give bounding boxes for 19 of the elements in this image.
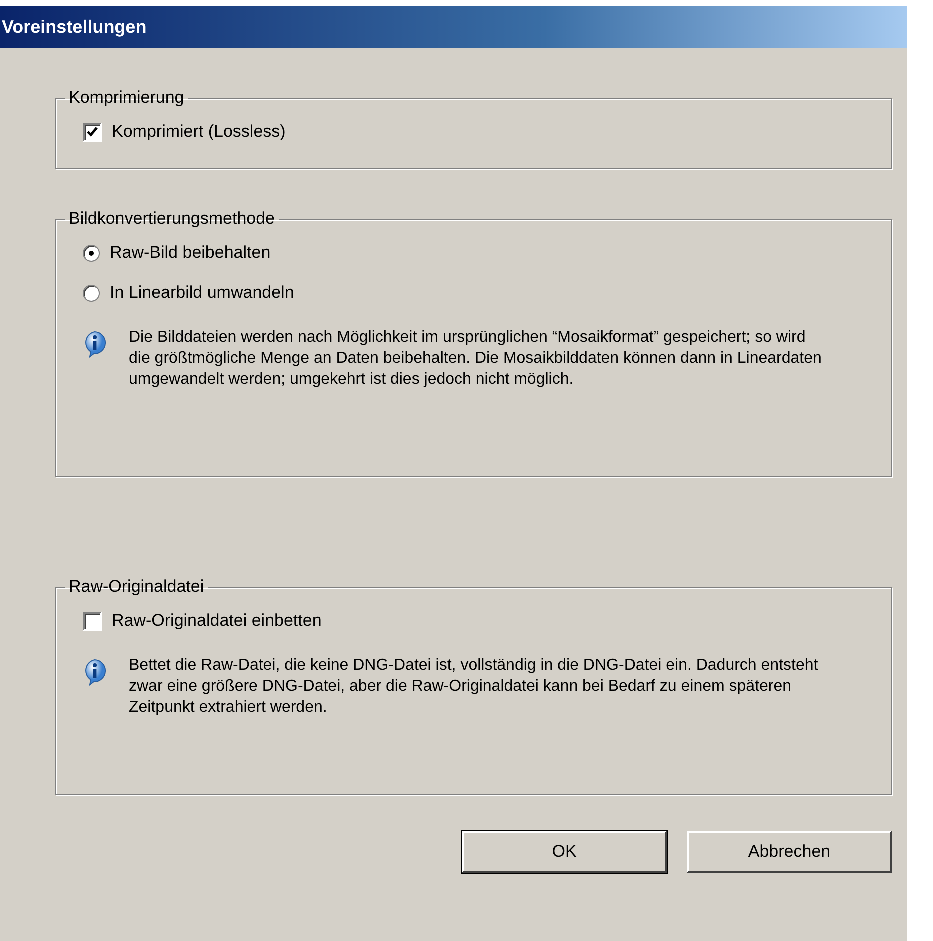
checkbox[interactable]	[83, 122, 102, 142]
radio-label[interactable]: In Linearbild umwandeln	[110, 283, 294, 303]
ok-button[interactable]: OK	[462, 831, 667, 873]
window-title: Voreinstellungen	[2, 16, 147, 38]
radio-button[interactable]	[83, 284, 100, 302]
cancel-button[interactable]: Abbrechen	[687, 831, 892, 873]
info-icon	[83, 659, 107, 686]
info-text: Die Bilddateien werden nach Möglichkeit im ursprünglichen “Mosaikformat” gespeichert; so wird die größtmögliche Menge an Daten beibehalten. Die Mosaikbilddaten können dann in Lineardaten umgewandelt werden; umgekehrt ist dies jedoch nicht möglich.	[129, 328, 823, 390]
check-icon	[87, 127, 98, 137]
radio-label[interactable]: Raw-Bild beibehalten	[110, 243, 271, 263]
checkbox-label[interactable]: Komprimiert (Lossless)	[112, 122, 286, 142]
checkbox[interactable]	[83, 612, 102, 630]
info-text: Bettet die Raw-Datei, die keine DNG-Datei ist, vollständig in die DNG-Datei ein. Dadurch entsteht zwar eine größere DNG-Datei, aber die Raw-Originaldatei kann bei Bedarf zu einem späteren Zeitpunkt extrahiert werden.	[129, 656, 820, 718]
radio-button[interactable]	[83, 244, 100, 262]
group-title: Bildkonvertierungsmethode	[68, 209, 276, 229]
info-icon	[83, 331, 107, 358]
checkbox-label[interactable]: Raw-Originaldatei einbetten	[112, 611, 322, 631]
group-title: Komprimierung	[68, 88, 186, 108]
group-title: Raw-Originaldatei	[68, 577, 206, 597]
